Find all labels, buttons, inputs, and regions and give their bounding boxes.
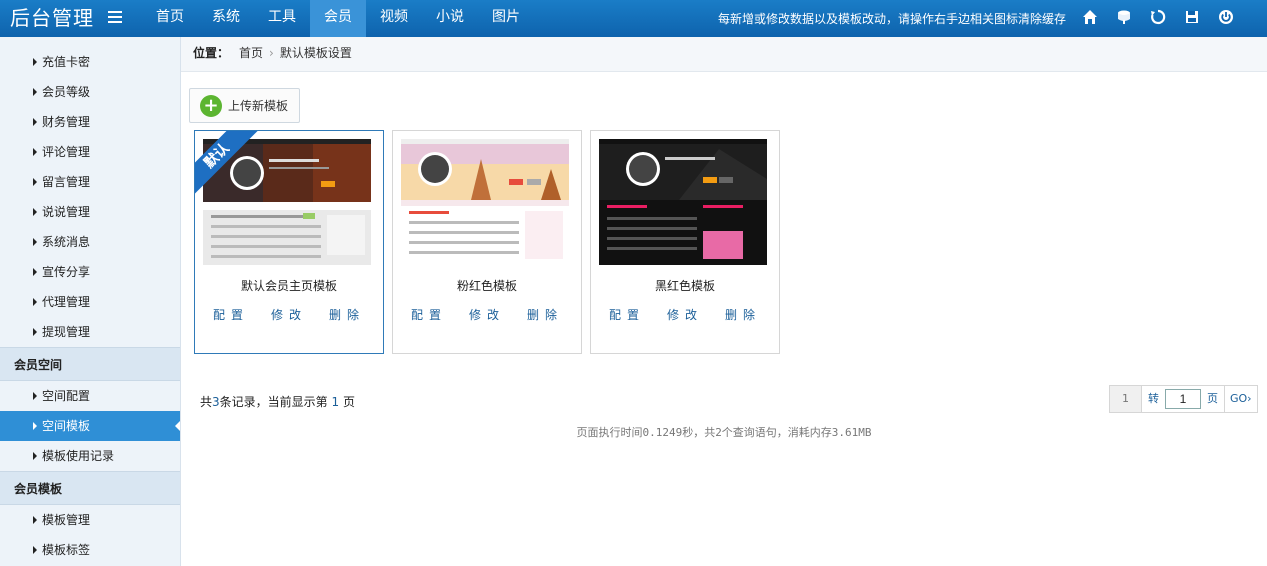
edit-link[interactable]: 修改: [469, 306, 505, 323]
execution-info: 页面执行时间0.1249秒，共2个查询语句，消耗内存3.61MB: [576, 426, 872, 439]
pagination-go-button[interactable]: GO›: [1224, 386, 1257, 412]
breadcrumb-current: 默认模板设置: [279, 46, 352, 60]
sidebar-item-finance[interactable]: 财务管理: [0, 107, 180, 137]
sidebar-item-recharge-cards[interactable]: 充值卡密: [0, 47, 180, 77]
top-bar: 后台管理 首页 系统 工具 会员 视频 小说 图片 每新增或修改数据以及模板改动…: [0, 0, 1267, 37]
refresh-icon[interactable]: [1149, 8, 1167, 26]
edit-link[interactable]: 修改: [667, 306, 703, 323]
nav-item-images[interactable]: 图片: [478, 0, 534, 37]
sidebar-item-comments[interactable]: 评论管理: [0, 137, 180, 167]
upload-template-button[interactable]: + 上传新模板: [189, 88, 300, 123]
nav-item-home[interactable]: 首页: [142, 0, 198, 37]
sidebar-item-space-templates[interactable]: 空间模板: [0, 411, 180, 441]
cache-notice: 每新增或修改数据以及模板改动，请操作右手边相关图标清除缓存: [718, 12, 1067, 26]
pagination-page-label: 页: [1207, 392, 1218, 405]
sidebar-item-space-config[interactable]: 空间配置: [0, 381, 180, 411]
template-name: 默认会员主页模板: [240, 279, 337, 293]
template-name: 黑红色模板: [654, 279, 715, 293]
delete-link[interactable]: 删除: [527, 306, 563, 323]
sidebar-item-promo-share[interactable]: 宣传分享: [0, 257, 180, 287]
records-summary: 共3条记录，当前显示第 1 页: [200, 395, 355, 409]
upload-template-label: 上传新模板: [228, 99, 289, 113]
nav-item-system[interactable]: 系统: [198, 0, 254, 37]
template-card-default[interactable]: 默认 默认会员主页模板 配置 修改 删除: [194, 130, 384, 354]
current-page-number: 1: [331, 395, 340, 409]
sidebar-section-member-templates[interactable]: 会员模板: [0, 471, 180, 505]
template-card-black-red[interactable]: 黑红色模板 配置 修改 删除: [590, 130, 780, 354]
main-content: 位置： 首页 › 默认模板设置 + 上传新模板 默认 默认会员主页模板 配置 修…: [181, 37, 1267, 566]
save-icon[interactable]: [1183, 8, 1201, 26]
nav-item-novel[interactable]: 小说: [422, 0, 478, 37]
template-name: 粉红色模板: [456, 279, 517, 293]
template-card-pink[interactable]: 粉红色模板 配置 修改 删除: [392, 130, 582, 354]
power-icon[interactable]: [1217, 8, 1235, 26]
breadcrumb-home[interactable]: 首页: [239, 46, 263, 60]
breadcrumb: 位置： 首页 › 默认模板设置: [181, 37, 1267, 72]
delete-link[interactable]: 删除: [725, 306, 761, 323]
sidebar-item-messages[interactable]: 留言管理: [0, 167, 180, 197]
sidebar-item-template-usage[interactable]: 模板使用记录: [0, 441, 180, 471]
pagination-page-input[interactable]: [1165, 389, 1201, 409]
breadcrumb-label: 位置：: [193, 46, 230, 60]
sidebar-item-system-messages[interactable]: 系统消息: [0, 227, 180, 257]
edit-link[interactable]: 修改: [271, 306, 307, 323]
template-thumbnail[interactable]: [401, 139, 569, 265]
nav-item-tools[interactable]: 工具: [254, 0, 310, 37]
menu-toggle-icon[interactable]: [108, 11, 122, 25]
sidebar-section-member-space[interactable]: 会员空间: [0, 347, 180, 381]
sidebar-scroll-top: [0, 37, 180, 47]
breadcrumb-separator: ›: [269, 46, 274, 60]
nav-item-video[interactable]: 视频: [366, 0, 422, 37]
sidebar-item-template-manage[interactable]: 模板管理: [0, 505, 180, 535]
sidebar-item-withdrawals[interactable]: 提现管理: [0, 317, 180, 347]
main-nav: 首页 系统 工具 会员 视频 小说 图片: [142, 0, 534, 37]
pagination-jump-label: 转: [1148, 392, 1159, 405]
configure-link[interactable]: 配置: [213, 306, 249, 323]
app-title: 后台管理: [10, 6, 94, 30]
sidebar-item-template-tags[interactable]: 模板标签: [0, 535, 180, 565]
home-icon[interactable]: [1081, 8, 1099, 26]
sidebar-item-agents[interactable]: 代理管理: [0, 287, 180, 317]
delete-link[interactable]: 删除: [329, 306, 365, 323]
nav-item-members[interactable]: 会员: [310, 0, 366, 37]
records-count: 3: [212, 395, 220, 409]
template-thumbnail[interactable]: [599, 139, 767, 265]
pagination-current-page: 1: [1110, 386, 1142, 412]
sidebar-item-posts[interactable]: 说说管理: [0, 197, 180, 227]
sidebar: 充值卡密 会员等级 财务管理 评论管理 留言管理 说说管理 系统消息 宣传分享 …: [0, 37, 181, 566]
configure-link[interactable]: 配置: [411, 306, 447, 323]
sidebar-item-member-levels[interactable]: 会员等级: [0, 77, 180, 107]
configure-link[interactable]: 配置: [609, 306, 645, 323]
pagination: 1 转 页 GO›: [1109, 385, 1258, 413]
add-icon: +: [200, 94, 222, 117]
clear-cache-icon[interactable]: [1115, 8, 1133, 26]
